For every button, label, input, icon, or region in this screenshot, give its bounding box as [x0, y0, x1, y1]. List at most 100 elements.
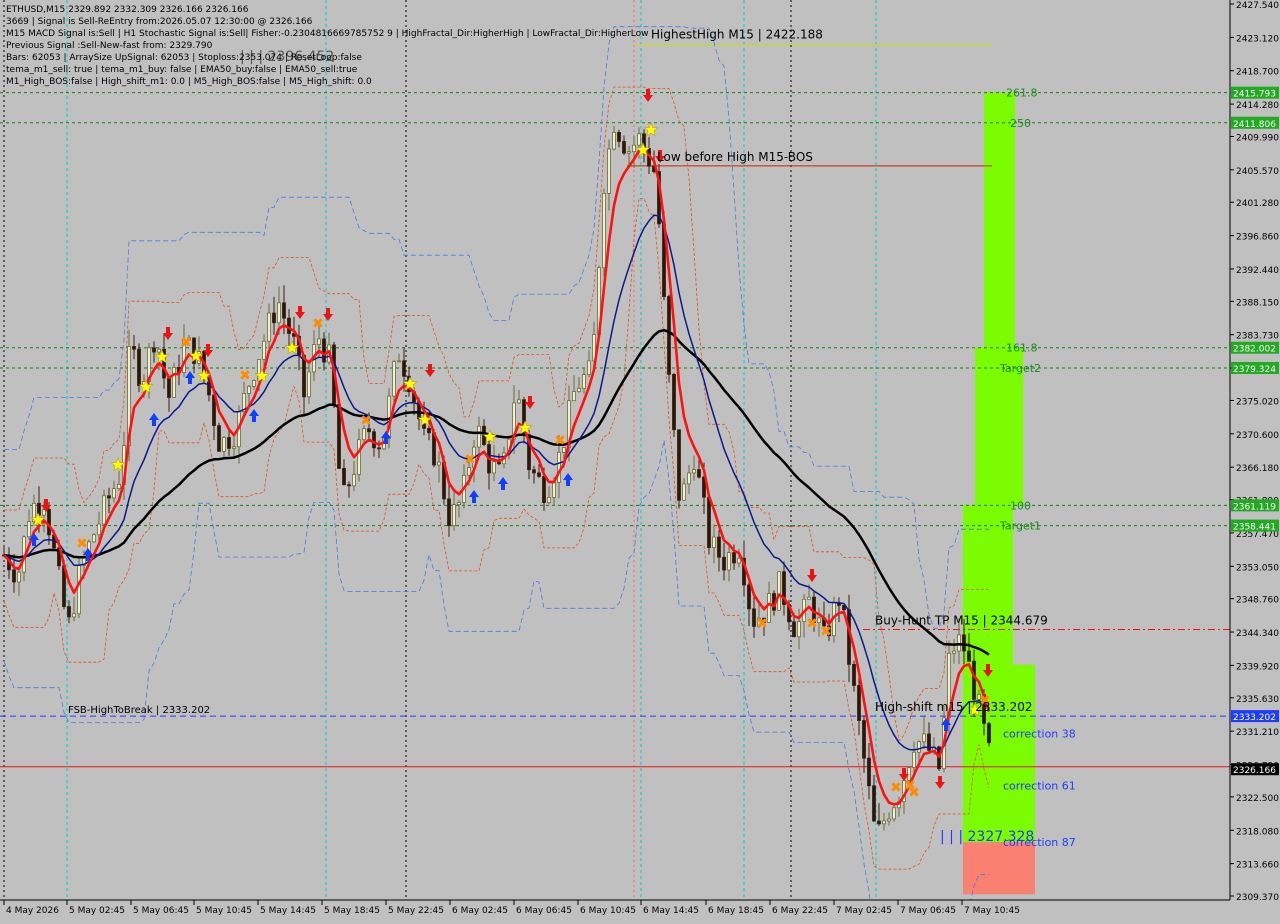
candle-body: [797, 621, 801, 638]
time-tick-label: 4 May 2026: [6, 906, 59, 916]
candle-body: [447, 498, 451, 527]
price-tag[interactable]: 2382.002: [1231, 341, 1279, 355]
price-tick-label: 2370.600: [1236, 431, 1279, 441]
trading-chart[interactable]: ✖ ✖ ✖ ✖ ✖ ✖ ✖ ✖ ✖ ✖ ✖ ✖ ✖ ✖ HighestHigh M15 | 2422.18…: [0, 0, 1280, 924]
price-tick-label: 2353.050: [1236, 563, 1279, 573]
highest-high-label: HighestHigh M15 | 2422.188: [651, 27, 823, 41]
candle-body: [232, 446, 236, 449]
candle-body: [372, 431, 376, 449]
time-tick-label: 7 May 10:45: [964, 906, 1020, 916]
price-tag[interactable]: 2379.324: [1231, 361, 1279, 375]
price-tick-label: 2423.120: [1236, 34, 1279, 44]
candle-body: [552, 482, 556, 498]
candle-body: [457, 502, 461, 505]
candle-body: [342, 468, 346, 486]
correction-zone: [1013, 664, 1035, 846]
candle-body: [437, 461, 441, 466]
candle[interactable]: [172, 362, 176, 398]
price-axis[interactable]: 2427.540 2423.120 2418.700 2414.280 2409.990…: [1229, 0, 1280, 920]
time-tick-label: 6 May 06:45: [516, 906, 572, 916]
cross-marker-icon: ✖: [756, 616, 768, 632]
candle-body: [322, 338, 326, 363]
candle-body: [532, 469, 536, 474]
candle-body: [72, 613, 76, 618]
time-axis[interactable]: 4 May 2026 5 May 02:45 5 May 06:45 5 May 10…: [0, 899, 1230, 920]
candle-body: [77, 564, 81, 615]
info-line: Bars: 62053 | ArraySize UpSignal: 62053 …: [6, 53, 362, 63]
candle-body: [852, 663, 856, 686]
price-tag[interactable]: 2411.806: [1231, 116, 1279, 130]
candle-body: [892, 807, 896, 820]
candle[interactable]: [672, 373, 676, 437]
fib-label-250: 250: [1010, 117, 1031, 130]
candle-body: [887, 818, 891, 822]
candle-body: [672, 373, 676, 431]
candle-body: [627, 151, 631, 154]
cross-marker-icon: ✖: [464, 452, 476, 468]
candle-body: [637, 133, 641, 146]
candle-body: [222, 437, 226, 452]
candle[interactable]: [677, 429, 681, 509]
candle-body: [862, 720, 866, 759]
price-tag[interactable]: 2361.119: [1231, 499, 1279, 512]
candle[interactable]: [92, 533, 96, 543]
price-tick-label: 2322.500: [1236, 794, 1279, 804]
candle-body: [767, 593, 771, 623]
candle-body: [882, 820, 886, 825]
candle-body: [272, 312, 276, 324]
candle-body: [792, 621, 796, 638]
price-tick-label: 2348.760: [1236, 596, 1279, 606]
price-tick-label: 2401.280: [1236, 199, 1279, 209]
candle[interactable]: [667, 294, 671, 383]
candle-body: [137, 348, 141, 387]
chart-canvas[interactable]: ✖✖✖✖✖✖✖✖ ✖ ✖✖ ✖✖✖ HighestHigh M15 | 2422.18…: [0, 0, 1280, 924]
candle-body: [732, 552, 736, 564]
candle-body: [517, 399, 521, 404]
price-tick-label: 2392.440: [1236, 266, 1279, 276]
candle-body: [17, 571, 21, 583]
cross-marker-icon: ✖: [554, 433, 566, 449]
price-tick-label: 2375.020: [1236, 397, 1279, 407]
candle[interactable]: [987, 721, 991, 747]
candle-body: [477, 425, 481, 448]
candle-body: [302, 354, 306, 398]
candle-body: [167, 377, 171, 398]
candle-body: [602, 192, 606, 269]
price-tag[interactable]: 2415.793: [1231, 86, 1279, 100]
candle-body: [857, 685, 861, 721]
high-shift-label: High-shift m15 | 2333.202: [875, 700, 1033, 714]
candle-body: [617, 131, 621, 142]
price-tag[interactable]: 2358.441: [1231, 519, 1279, 533]
low-before-high-label: Low before High M15-BOS: [657, 150, 813, 164]
time-tick-label: 6 May 22:45: [772, 906, 828, 916]
candle-body: [47, 509, 51, 536]
candle-body: [722, 556, 726, 571]
price-tag-label: 2411.806: [1233, 120, 1276, 130]
candle[interactable]: [777, 571, 781, 611]
candle-body: [67, 606, 71, 618]
candle[interactable]: [602, 188, 606, 277]
price-tick-label: 2313.660: [1236, 861, 1279, 871]
candle-body: [632, 144, 636, 153]
fib-label-correction-61: correction 61: [1003, 780, 1076, 793]
info-line: Previous Signal :Sell-New-fast from: 232…: [6, 41, 213, 51]
price-tick-label: 2339.920: [1236, 662, 1279, 672]
price-tag-label: 2358.441: [1233, 523, 1276, 533]
time-tick-label: 5 May 18:45: [324, 906, 380, 916]
price-tag[interactable]: 2333.202: [1231, 710, 1279, 723]
candle-body: [102, 495, 106, 525]
candle-body: [922, 733, 926, 743]
candle-body: [252, 380, 256, 387]
candle-body: [287, 317, 291, 334]
fib-label-target2: Target2: [999, 362, 1041, 375]
time-tick-label: 5 May 06:45: [133, 906, 189, 916]
candle-body: [547, 497, 551, 503]
candle-body: [952, 650, 956, 654]
time-tick-label: 6 May 02:45: [452, 906, 508, 916]
time-tick-label: 5 May 22:45: [388, 906, 444, 916]
candle-body: [397, 360, 401, 363]
candle[interactable]: [217, 422, 221, 452]
price-tag[interactable]: 2326.166: [1231, 763, 1279, 776]
candle-body: [967, 650, 971, 662]
candle-body: [362, 428, 366, 441]
